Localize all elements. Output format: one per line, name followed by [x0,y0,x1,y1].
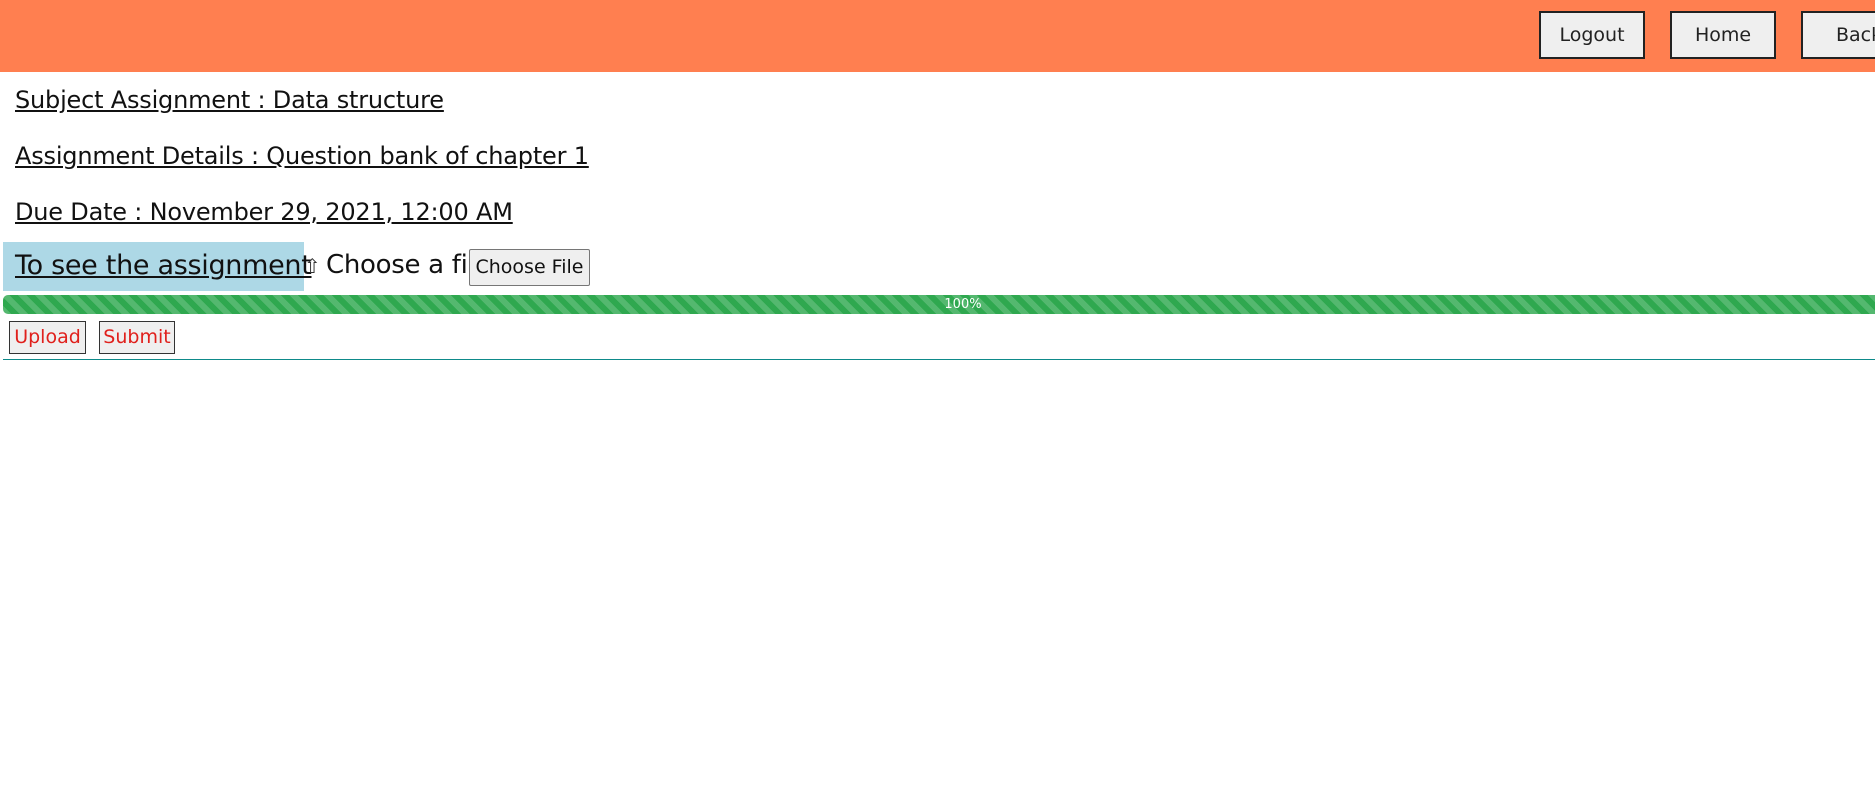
choose-file-label: Choose a file [326,250,491,280]
choose-file-button[interactable]: Choose File [469,249,590,286]
subject-assignment-text: Subject Assignment : Data structure [15,86,444,114]
submit-button[interactable]: Submit [99,321,175,354]
logout-button[interactable]: Logout [1539,11,1645,59]
upload-button[interactable]: Upload [9,321,86,354]
progress-percent-label: 100% [944,297,982,312]
see-assignment-link[interactable]: To see the assignment [3,242,312,291]
divider-line [3,359,1875,360]
due-date-text: Due Date : November 29, 2021, 12:00 AM [15,198,513,226]
upload-arrow-icon: ⇧ [304,254,321,278]
assignment-details-text: Assignment Details : Question bank of ch… [15,142,589,170]
see-assignment-label: To see the assignment [15,250,312,281]
upload-progress-bar: 100% [3,295,1875,314]
back-button[interactable]: Back [1801,11,1875,59]
top-header-bar: Logout Home Back [0,0,1875,72]
home-button[interactable]: Home [1670,11,1776,59]
